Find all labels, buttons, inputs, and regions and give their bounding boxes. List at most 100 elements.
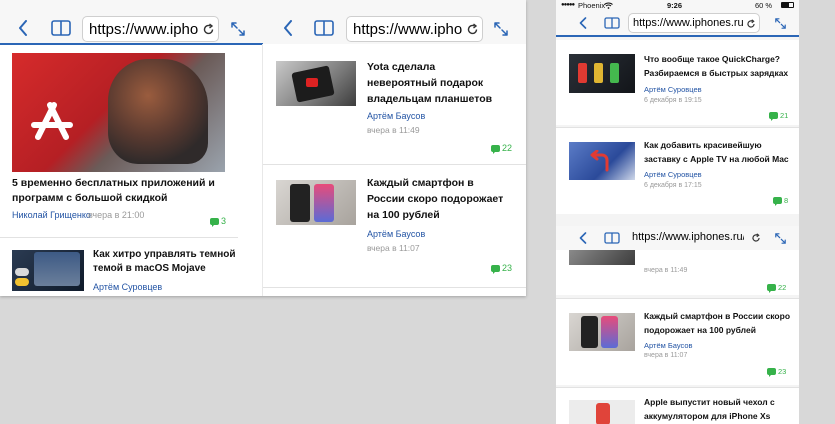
comment-bubble-icon [767,284,776,293]
comment-count[interactable]: 22 [767,283,787,293]
article-card[interactable]: Apple выпустит новый чехол с аккумулятор… [556,388,799,424]
article-card[interactable]: Как добавить красивейшую заставку с Appl… [556,128,799,214]
scrolled-toolbar: https://www.iphones.ru/ [556,226,799,250]
article-date: вчера в 11:49 [644,267,688,274]
comment-count-value: 3 [221,216,227,226]
article-author[interactable]: Артём Баусов [367,229,425,239]
wifi-icon [604,2,613,9]
article-title[interactable]: Yota сделала невероятный подарок владель… [367,59,507,107]
address-bar[interactable]: https://www.iphon [346,16,483,42]
article-divider [263,287,526,288]
article-thumbnail [276,180,356,225]
back-chevron-icon[interactable] [579,17,587,29]
address-bar[interactable]: https://www.iphon [82,16,219,42]
comment-count[interactable]: 3 [210,216,227,227]
article-author[interactable]: Артём Суровцев [644,85,702,94]
article-card[interactable]: Yota сделала невероятный подарок владель… [263,45,526,163]
article-thumbnail [569,313,635,351]
article-author[interactable]: Артём Баусов [367,111,425,121]
expand-arrows-icon[interactable] [231,22,245,36]
right-column-toolbar: https://www.iphon [263,0,526,44]
comment-count[interactable]: 22 [491,143,513,154]
reload-icon[interactable] [466,23,479,36]
comment-count[interactable]: 23 [491,263,513,274]
ipad-split-view: https://www.iphon https://www.iphon 5 вр… [0,0,526,296]
article-thumbnail [569,400,635,424]
article-card[interactable]: 5 временно бесплатных приложений и прогр… [0,45,262,235]
article-date: вчера в 11:49 [367,125,420,135]
back-chevron-icon[interactable] [579,232,587,244]
status-bar: ●●●●● Phoenix 9:26 60 % [556,0,799,11]
address-bar-url: https://www.iphones.ru/ [633,17,743,29]
comment-count-value: 21 [780,111,789,120]
back-chevron-icon[interactable] [18,20,28,36]
article-card[interactable]: Как хитро управлять темной темой в macOS… [0,238,262,296]
bookmarks-book-icon[interactable] [604,232,620,244]
bookmarks-book-icon[interactable] [51,20,71,36]
article-author[interactable]: Артём Суровцев [644,170,702,179]
bookmarks-book-icon[interactable] [604,17,620,29]
article-thumbnail [276,61,356,106]
carrier-name: Phoenix [578,1,606,10]
comment-bubble-icon [491,264,500,274]
reload-icon[interactable] [202,23,215,36]
iphone-screen: ●●●●● Phoenix 9:26 60 % https://www.ipho… [556,0,799,424]
expand-arrows-icon[interactable] [494,22,508,36]
address-bar-url: https://www.iphon [353,21,463,38]
top-progress-line [556,35,799,37]
article-date: вчера в 11:07 [644,352,688,359]
article-date: вчера в 11:07 [367,243,420,253]
article-title[interactable]: 5 временно бесплатных приложений и прогр… [12,176,227,206]
comment-bubble-icon [767,368,776,377]
article-card[interactable]: Что вообще такое QuickCharge? Разбираемс… [556,40,799,125]
article-card[interactable]: вчера в 11:49 22 [556,250,799,295]
address-bar-url: https://www.iphones.ru/ [632,231,744,243]
expand-arrows-icon[interactable] [775,18,786,29]
article-author[interactable]: Артём Баусов [644,341,693,350]
battery-percent: 60 % [755,1,773,10]
article-title[interactable]: Как хитро управлять темной темой в macOS… [93,248,243,276]
app-store-logo-icon [31,102,73,140]
comment-count[interactable]: 21 [769,111,789,121]
comment-count[interactable]: 8 [773,196,788,206]
address-bar[interactable]: https://www.iphones.ru/ [628,228,745,248]
battery-icon [781,2,794,8]
article-date: 6 декабря в 17:15 [644,182,702,189]
article-card[interactable]: Каждый смартфон в России скоро подорожае… [263,165,526,287]
article-thumbnail [569,54,635,93]
article-title[interactable]: Каждый смартфон в России скоро подорожае… [367,175,507,223]
article-title[interactable]: Каждый смартфон в России скоро подорожае… [644,309,794,337]
left-column-toolbar: https://www.iphon [0,0,263,44]
article-hero-image [12,53,225,172]
article-author[interactable]: Артём Суровцев [93,282,162,292]
article-thumbnail [569,142,635,180]
comment-bubble-icon [491,144,500,154]
comment-bubble-icon [769,112,778,121]
address-bar-url: https://www.iphon [89,21,199,38]
top-toolbar: https://www.iphones.ru/ [556,11,799,35]
comment-count-value: 22 [778,283,787,292]
address-bar[interactable]: https://www.iphones.ru/ [628,13,760,33]
signal-dots-icon: ●●●●● [561,2,575,8]
bookmarks-book-icon[interactable] [314,20,334,36]
comment-bubble-icon [773,197,782,206]
reload-icon[interactable] [751,233,761,243]
expand-arrows-icon[interactable] [775,233,786,244]
article-date: вчера в 21:00 [88,210,145,220]
article-date: 6 декабря в 19:15 [644,97,702,104]
article-title[interactable]: Apple выпустит новый чехол с аккумулятор… [644,395,794,423]
article-title[interactable]: Как добавить красивейшую заставку с Appl… [644,138,794,166]
article-title[interactable]: Что вообще такое QuickCharge? Разбираемс… [644,52,792,80]
reload-icon[interactable] [746,19,756,29]
comment-count-value: 22 [502,143,513,153]
hero-character-shape [108,59,208,164]
comment-bubble-icon [210,217,219,227]
article-card[interactable]: Каждый смартфон в России скоро подорожае… [556,299,799,385]
clock: 9:26 [667,1,683,10]
comment-count-value: 23 [502,263,513,273]
article-thumbnail [569,250,635,265]
article-author[interactable]: Николай Грищенко [12,210,91,220]
comment-count[interactable]: 23 [767,367,786,377]
back-chevron-icon[interactable] [283,20,293,36]
article-thumbnail [12,250,84,291]
